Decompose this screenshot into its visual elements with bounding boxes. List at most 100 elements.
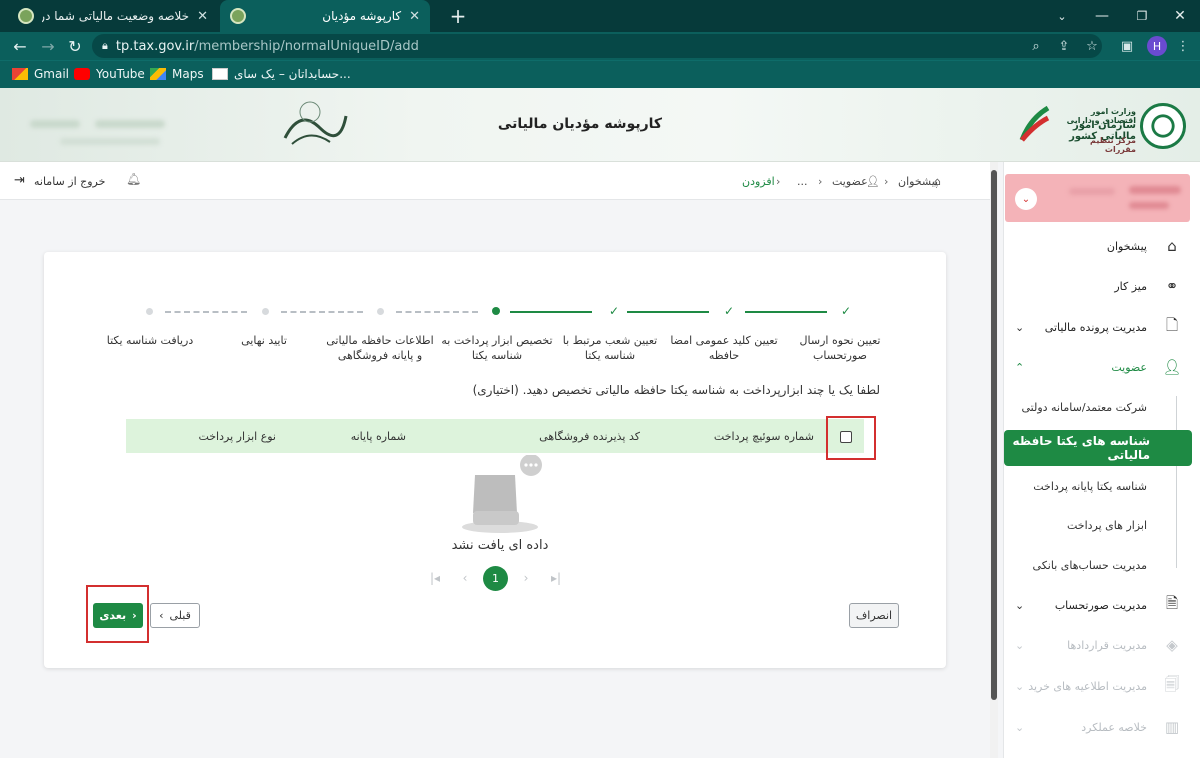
- back-icon[interactable]: ←: [8, 32, 32, 60]
- sidebar-item-purchase-notices[interactable]: 🗐︎ مدیریت اطلاعیه های خرید ⌄: [1005, 669, 1195, 703]
- next-button-label: بعدی: [99, 609, 127, 622]
- minimize-icon[interactable]: —: [1082, 0, 1122, 32]
- browser-tab[interactable]: خلاصه وضعیت مالیاتی شما در نظا ✕: [8, 0, 218, 32]
- bookmark-star-icon[interactable]: ☆: [1081, 34, 1103, 58]
- home-icon: ⌂: [1167, 237, 1177, 255]
- notification-bell-icon[interactable]: 🔔︎: [126, 172, 141, 186]
- chevron-left-icon: ‹: [159, 609, 164, 622]
- restore-icon[interactable]: ❐: [1122, 0, 1162, 32]
- cancel-button-label: انصراف: [855, 609, 893, 622]
- zoom-icon[interactable]: ⌕: [1025, 34, 1047, 58]
- sidebar-item-label: مدیریت پرونده مالیاتی: [1044, 320, 1147, 334]
- bookmark-hesabdatan[interactable]: حسابداتان – یک سای...: [212, 60, 351, 88]
- sidebar-item-workdesk[interactable]: ⚭ میز کار: [1005, 269, 1195, 303]
- invoice-icon: 🗎︎: [1165, 593, 1179, 612]
- forward-icon[interactable]: →: [36, 32, 60, 60]
- tab-search-chevron-icon[interactable]: ⌄: [1042, 0, 1082, 32]
- maps-icon: [150, 68, 166, 80]
- submenu-label: شرکت معتمد/سامانه دولتی: [1021, 400, 1148, 414]
- sidebar-item-contracts[interactable]: ◈ مدیریت قراردادها ⌄: [1005, 628, 1195, 662]
- blurred-user-info: [95, 120, 165, 128]
- blurred-user-name: [1129, 186, 1181, 194]
- select-all-checkbox[interactable]: [840, 431, 852, 443]
- bookmark-label: YouTube: [96, 67, 145, 81]
- previous-button-label: قبلی: [169, 609, 191, 622]
- breadcrumb-separator-icon: ›: [818, 175, 823, 188]
- breadcrumb-membership[interactable]: عضویت: [832, 175, 868, 188]
- sidebar-item-dashboard[interactable]: ⌂ پیشخوان: [1005, 229, 1195, 263]
- empty-state-text: داده ای یافت نشد: [451, 538, 549, 553]
- step-connector-done: [510, 311, 592, 313]
- menu-kebab-icon[interactable]: ⋮: [1172, 34, 1194, 58]
- previous-button[interactable]: ‹ قبلی: [150, 603, 200, 628]
- close-tab-icon[interactable]: ✕: [197, 9, 208, 24]
- breadcrumb-ellipsis[interactable]: ...: [797, 175, 808, 188]
- logout-link[interactable]: خروج از سامانه: [34, 175, 105, 188]
- logout-icon[interactable]: ⇥: [14, 173, 25, 188]
- next-page-icon[interactable]: ›: [516, 568, 536, 588]
- url-path: /membership/normalUniqueID/add: [194, 38, 419, 54]
- column-header: شماره پایانه: [350, 430, 406, 443]
- profile-avatar[interactable]: H: [1147, 36, 1167, 56]
- submenu-label: ابزار های پرداخت: [1067, 518, 1147, 532]
- step-label: تعیین نحوه ارسال صورتحساب: [799, 334, 881, 362]
- chevron-down-icon[interactable]: ⌄: [1015, 188, 1037, 210]
- step-label: تخصیص ابزار پرداخت به شناسه یکتا: [441, 334, 553, 362]
- column-header: نوع ابزار پرداخت: [198, 430, 276, 443]
- sidebar-item-label: مدیریت صورتحساب: [1054, 598, 1147, 612]
- sidebar-item-tax-file[interactable]: 🗋︎ مدیریت پرونده مالیاتی ⌄: [1005, 310, 1195, 344]
- submenu-label: مدیریت حساب‌های بانکی: [1032, 558, 1147, 572]
- step-label: تایید نهایی: [241, 334, 287, 347]
- chevron-down-icon: ⌄: [1015, 638, 1025, 652]
- sidebar-item-label: پیشخوان: [1106, 239, 1147, 253]
- site-icon: [212, 68, 228, 80]
- sidebar-item-label: خلاصه عملکرد: [1081, 720, 1147, 734]
- bookmark-label: Maps: [172, 67, 204, 81]
- blurred-user-info: [60, 138, 160, 145]
- cancel-button[interactable]: انصراف: [849, 603, 899, 628]
- side-panel-icon[interactable]: ▣: [1116, 34, 1138, 58]
- chevron-down-icon: ⌄: [1015, 598, 1025, 612]
- org-line3: مرکز تنظیم مقررات: [1090, 136, 1136, 154]
- submenu-pos-terminal-ids[interactable]: شناسه یکتا پایانه پرداخت: [1005, 469, 1195, 503]
- browser-tab-active[interactable]: کارپوشه مؤدیان ✕: [220, 0, 430, 32]
- step-label: اطلاعات حافظه مالیاتی و پایانه فروشگاهی: [326, 334, 434, 362]
- bookmark-youtube[interactable]: YouTube: [74, 60, 145, 88]
- blurred-user-info: [1069, 188, 1115, 195]
- content-scrollbar-thumb[interactable]: [991, 170, 997, 700]
- column-header: کد پذیرنده فروشگاهی: [539, 430, 640, 443]
- purchase-icon: 🗐︎: [1164, 674, 1180, 693]
- breadcrumb-separator-icon: ›: [776, 175, 781, 188]
- share-icon[interactable]: ⇪: [1053, 34, 1075, 58]
- next-button[interactable]: بعدی ›: [93, 603, 143, 628]
- sidebar-item-label: مدیریت اطلاعیه های خرید: [1028, 679, 1147, 693]
- url-host: tp.tax.gov.ir: [115, 38, 195, 54]
- prev-page-icon[interactable]: ‹: [455, 568, 475, 588]
- sidebar-item-membership[interactable]: 👤︎ عضویت ⌃: [1005, 350, 1195, 384]
- reload-icon[interactable]: ↻: [63, 32, 87, 60]
- page-current[interactable]: 1: [483, 566, 508, 591]
- submenu-fiscal-memory-ids[interactable]: شناسه های یکتا حافظه مالیاتی: [1004, 430, 1192, 466]
- submenu-trusted-company[interactable]: شرکت معتمد/سامانه دولتی: [1005, 390, 1195, 424]
- sidebar-item-performance[interactable]: ▥ خلاصه عملکرد ⌄: [1005, 710, 1195, 744]
- url-input[interactable]: 🔒︎ tp.tax.gov.ir/membership/normalUnique…: [92, 34, 1102, 58]
- first-page-icon[interactable]: ▸|: [546, 568, 566, 588]
- bookmark-label: Gmail: [34, 67, 70, 81]
- breadcrumb-dashboard[interactable]: پیشخوان: [898, 175, 938, 188]
- close-tab-icon[interactable]: ✕: [409, 9, 420, 24]
- bookmark-gmail[interactable]: Gmail: [12, 60, 69, 88]
- submenu-payment-tools[interactable]: ابزار های پرداخت: [1005, 508, 1195, 542]
- chevron-down-icon: ⌄: [1015, 320, 1025, 334]
- sidebar-item-invoices[interactable]: 🗎︎ مدیریت صورتحساب ⌄: [1005, 588, 1195, 622]
- user-card[interactable]: ⌄: [1005, 174, 1190, 222]
- site-favicon-icon: [230, 8, 246, 24]
- new-tab-icon[interactable]: +: [438, 0, 478, 32]
- close-window-icon[interactable]: ✕: [1160, 0, 1200, 32]
- blurred-user-id: [1129, 202, 1169, 209]
- submenu-bank-accounts[interactable]: مدیریت حساب‌های بانکی: [1005, 548, 1195, 582]
- last-page-icon[interactable]: |◂: [425, 568, 445, 588]
- step-todo-dot: [262, 308, 269, 315]
- step-label: تعیین کلید عمومی امضا حافظه: [670, 334, 778, 362]
- chevron-right-icon: ›: [132, 609, 137, 622]
- bookmark-maps[interactable]: Maps: [150, 60, 204, 88]
